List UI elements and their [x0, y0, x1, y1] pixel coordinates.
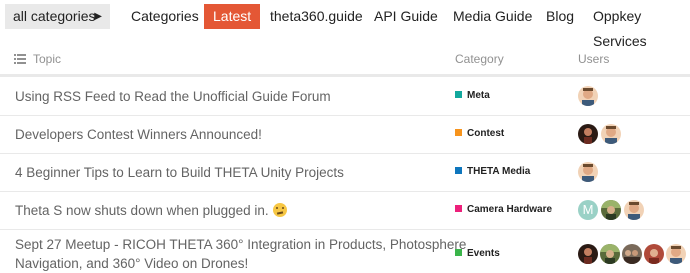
category-color-swatch [455, 167, 462, 174]
avatar[interactable] [578, 124, 598, 144]
avatar[interactable] [601, 200, 621, 220]
category-label: Meta [467, 90, 490, 101]
category-label: THETA Media [467, 166, 531, 177]
topic-title-link-line2[interactable]: Navigation, and 360° Video on Drones! [15, 256, 248, 271]
nav-media-guide[interactable]: Media Guide [453, 4, 532, 29]
category-badge[interactable]: Camera Hardware [455, 204, 552, 215]
avatar[interactable] [600, 244, 620, 264]
nav-categories[interactable]: Categories [131, 4, 199, 29]
avatar[interactable] [666, 244, 686, 264]
header-topic[interactable]: Topic [33, 52, 61, 66]
nav-api-guide[interactable]: API Guide [374, 4, 438, 29]
caret-right-icon: ▶ [94, 11, 102, 22]
list-icon [14, 54, 26, 64]
topic-title-link[interactable]: Developers Contest Winners Announced! [15, 125, 262, 144]
confused-face-icon [272, 203, 287, 217]
topic-row: Using RSS Feed to Read the Unofficial Gu… [0, 77, 690, 116]
top-navigation: all categories ▶ Categories Latest theta… [0, 0, 690, 49]
category-dropdown-label: all categories [13, 8, 96, 24]
avatar[interactable] [624, 200, 644, 220]
nav-latest[interactable]: Latest [204, 4, 261, 29]
topic-list-header: Topic Category Users [0, 44, 690, 77]
nav-blog[interactable]: Blog [546, 4, 574, 29]
topic-row: Developers Contest Winners Announced! Co… [0, 115, 690, 154]
category-color-swatch [455, 129, 462, 136]
avatar[interactable] [644, 244, 664, 264]
topic-title-wrap: Theta S now shuts down when plugged in. [15, 201, 287, 220]
topic-title-link[interactable]: 4 Beginner Tips to Learn to Build THETA … [15, 163, 344, 182]
topic-title-link[interactable]: Using RSS Feed to Read the Unofficial Gu… [15, 87, 331, 106]
avatar[interactable] [578, 86, 598, 106]
category-color-swatch [455, 91, 462, 98]
topic-title-link[interactable]: Theta S now shuts down when plugged in. [15, 203, 269, 218]
category-badge[interactable]: Contest [455, 128, 504, 139]
category-label: Contest [467, 128, 505, 139]
topic-title-link-line1[interactable]: Sept 27 Meetup - RICOH THETA 360° Integr… [15, 237, 466, 252]
topic-row: Theta S now shuts down when plugged in. … [0, 191, 690, 230]
avatar[interactable] [622, 244, 642, 264]
avatar[interactable] [578, 244, 598, 264]
nav-theta360-guide[interactable]: theta360.guide [270, 4, 363, 29]
category-badge[interactable]: Events [455, 248, 500, 259]
nav-oppkey-services[interactable]: Oppkey Services [593, 4, 690, 49]
topic-row: 4 Beginner Tips to Learn to Build THETA … [0, 153, 690, 192]
topic-row: Sept 27 Meetup - RICOH THETA 360° Integr… [0, 229, 690, 273]
avatar-letter[interactable]: M [578, 200, 598, 220]
avatar[interactable] [578, 162, 598, 182]
category-color-swatch [455, 205, 462, 212]
category-badge[interactable]: Meta [455, 90, 490, 101]
header-category[interactable]: Category [455, 52, 504, 66]
avatar[interactable] [601, 124, 621, 144]
category-badge[interactable]: THETA Media [455, 166, 530, 177]
category-label: Camera Hardware [467, 204, 553, 215]
category-label: Events [467, 248, 500, 259]
header-users[interactable]: Users [578, 52, 609, 66]
topic-title-wrap: Sept 27 Meetup - RICOH THETA 360° Integr… [15, 235, 466, 273]
category-dropdown[interactable]: all categories ▶ [5, 4, 110, 29]
category-color-swatch [455, 249, 462, 256]
